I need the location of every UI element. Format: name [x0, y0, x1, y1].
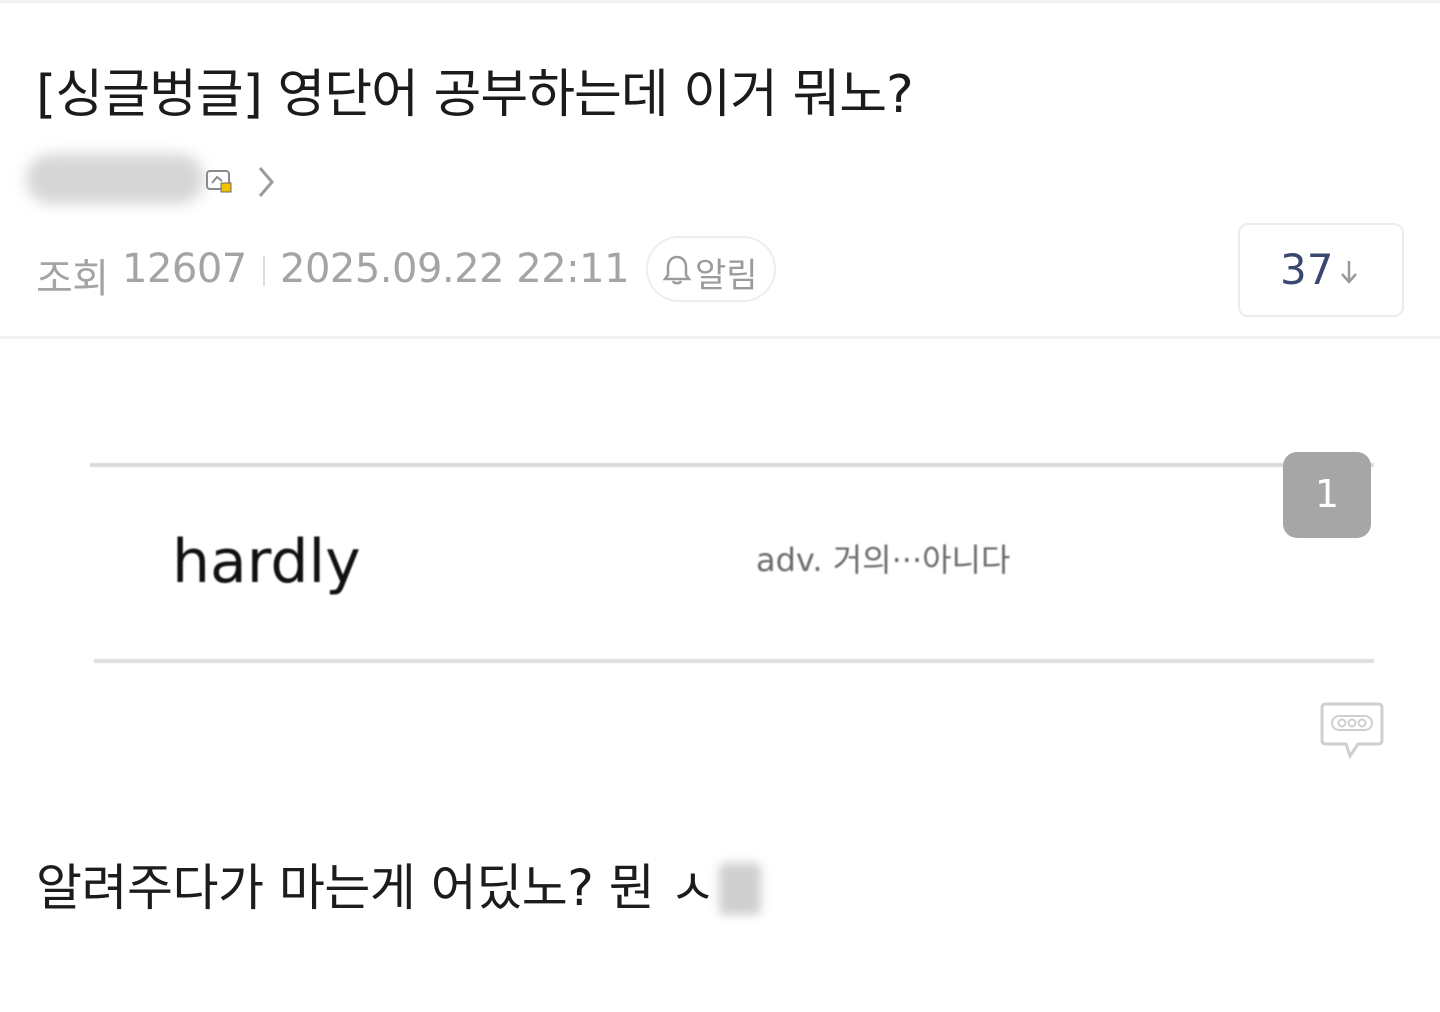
vocab-meaning: adv. 거의···아니다 — [756, 541, 1011, 579]
vocab-word: hardly — [172, 527, 361, 597]
alarm-label: 알림 — [695, 256, 758, 296]
post-title: [싱글벙글] 영단어 공부하는데 이거 뭐노? — [36, 65, 914, 125]
comment-count: 37 — [1280, 245, 1334, 294]
chevron-right-icon[interactable] — [254, 164, 278, 200]
author-name-blurred[interactable] — [26, 154, 204, 204]
post-body-text: 알려주다가 마는게 어딨노? 뭔 ㅅ — [36, 859, 716, 917]
image-index: 1 — [1314, 472, 1340, 516]
post-body: 알려주다가 마는게 어딨노? 뭔 ㅅ — [36, 848, 762, 920]
post-date: 2025.09.22 22:11 — [280, 246, 630, 292]
comment-count-button[interactable]: 37 — [1238, 223, 1404, 317]
alarm-button[interactable]: 알림 — [646, 236, 776, 302]
author-row[interactable] — [26, 150, 326, 210]
censored-text-blur — [719, 863, 762, 915]
down-arrow-icon — [1341, 261, 1357, 284]
header-divider — [0, 336, 1440, 339]
bell-icon — [662, 255, 692, 285]
image-rule-bottom — [94, 659, 1374, 663]
image-rule-top — [90, 463, 1374, 467]
meta-separator — [263, 256, 265, 286]
level-badge-icon — [206, 170, 232, 193]
post-meta: 조회 12607 2025.09.22 22:11 알림 — [36, 236, 796, 306]
views-count: 12607 — [122, 246, 247, 292]
views-label: 조회 — [36, 256, 109, 302]
speech-bubble-icon[interactable] — [1320, 700, 1384, 762]
image-index-badge: 1 — [1283, 452, 1371, 538]
post-image[interactable]: hardly adv. 거의···아니다 1 — [90, 452, 1376, 685]
top-divider — [0, 0, 1440, 3]
